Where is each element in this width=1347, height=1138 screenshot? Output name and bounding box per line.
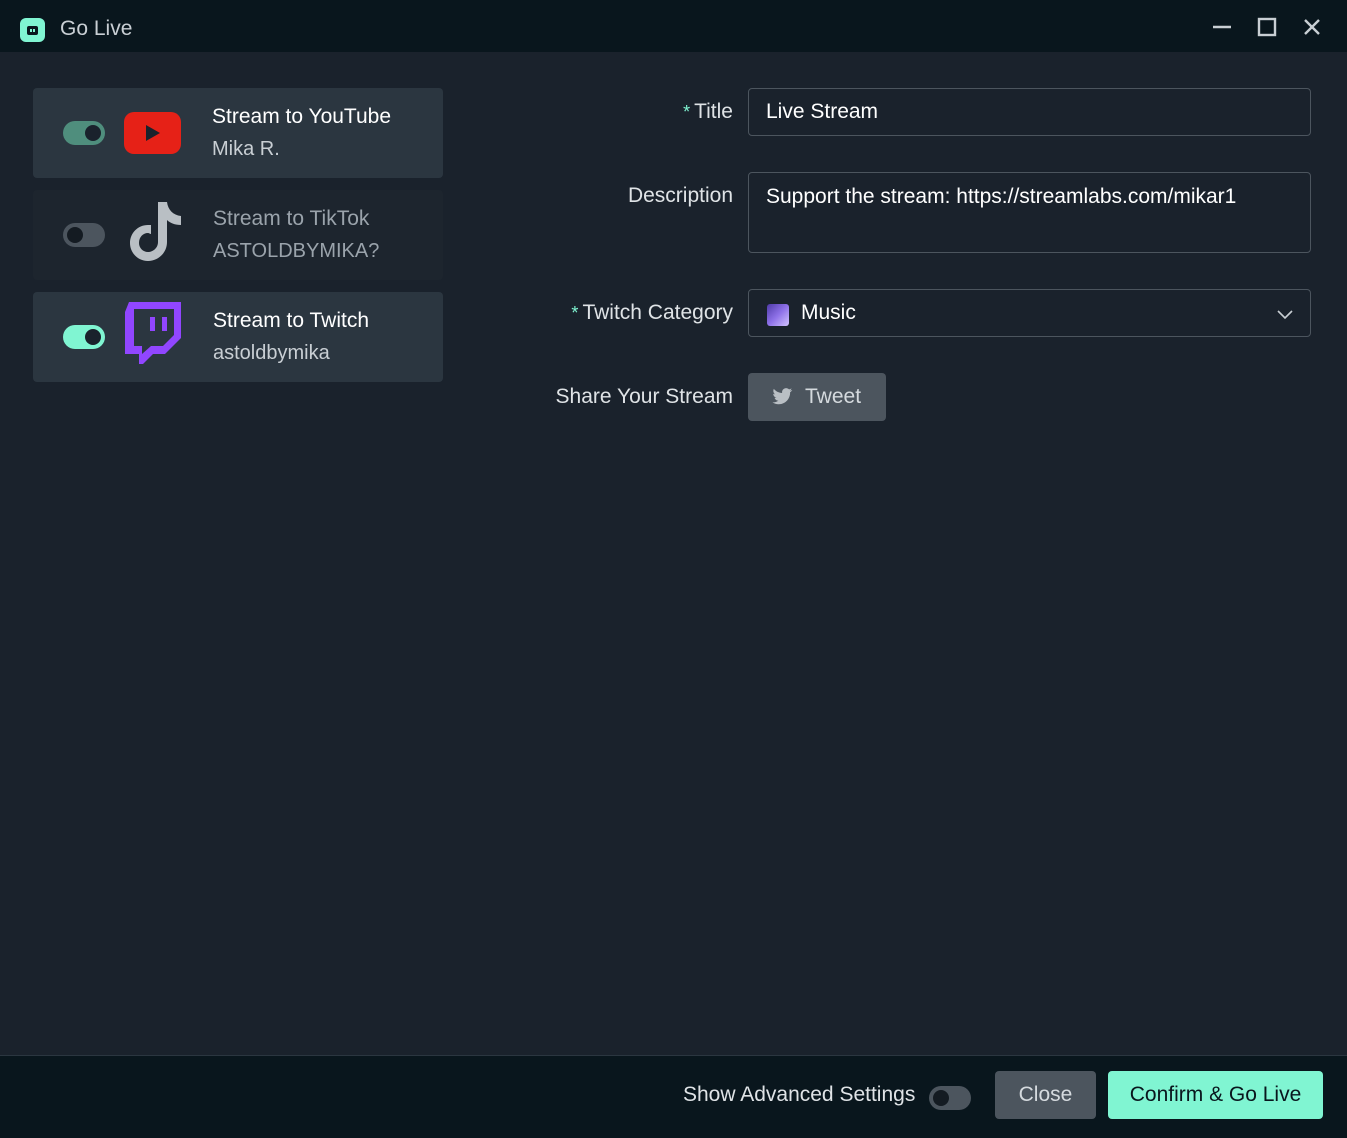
advanced-settings-label: Show Advanced Settings <box>683 1083 916 1106</box>
platform-tiktok[interactable]: Stream to TikTok ASTOLDBYMIKA? <box>33 190 443 280</box>
youtube-icon <box>124 112 181 159</box>
category-select[interactable]: Music <box>748 289 1311 337</box>
confirm-go-live-button[interactable]: Confirm & Go Live <box>1108 1071 1323 1119</box>
required-marker: * <box>571 303 579 323</box>
platform-user: ASTOLDBYMIKA? <box>213 240 380 262</box>
platform-twitch[interactable]: Stream to Twitch astoldbymika <box>33 292 443 382</box>
platform-user: Mika R. <box>212 138 280 160</box>
close-button[interactable]: Close <box>995 1071 1096 1119</box>
required-marker: * <box>683 102 691 122</box>
title-input[interactable]: Live Stream <box>748 88 1311 136</box>
tweet-label: Tweet <box>805 385 862 408</box>
advanced-settings-toggle[interactable] <box>929 1086 971 1110</box>
chevron-down-icon <box>1277 310 1293 320</box>
twitter-icon <box>772 388 793 405</box>
twitch-icon <box>125 302 181 369</box>
title-bar: Go Live <box>0 0 1347 52</box>
title-label: * Title <box>683 100 733 123</box>
tweet-button[interactable]: Tweet <box>748 373 886 421</box>
tiktok-icon <box>128 200 186 269</box>
youtube-toggle[interactable] <box>63 121 105 145</box>
platform-name: Stream to YouTube <box>212 105 392 128</box>
streamlabs-icon <box>20 18 45 42</box>
window-title: Go Live <box>60 17 133 40</box>
platform-name: Stream to Twitch <box>213 309 370 332</box>
platform-user: astoldbymika <box>213 342 330 364</box>
minimize-icon[interactable] <box>1210 15 1234 39</box>
twitch-toggle[interactable] <box>63 325 105 349</box>
platform-youtube[interactable]: Stream to YouTube Mika R. <box>33 88 443 178</box>
tiktok-toggle[interactable] <box>63 223 105 247</box>
category-value: Music <box>801 301 856 324</box>
category-thumbnail <box>767 304 789 326</box>
description-label: Description <box>627 184 733 207</box>
description-input[interactable]: Support the stream: https://streamlabs.c… <box>748 172 1311 253</box>
maximize-icon[interactable] <box>1255 15 1279 39</box>
close-icon[interactable] <box>1300 15 1324 39</box>
category-label: * Twitch Category <box>571 301 733 324</box>
share-label: Share Your Stream <box>555 385 733 408</box>
footer-bar: Show Advanced Settings Close Confirm & G… <box>0 1055 1347 1138</box>
platform-name: Stream to TikTok <box>213 207 370 230</box>
